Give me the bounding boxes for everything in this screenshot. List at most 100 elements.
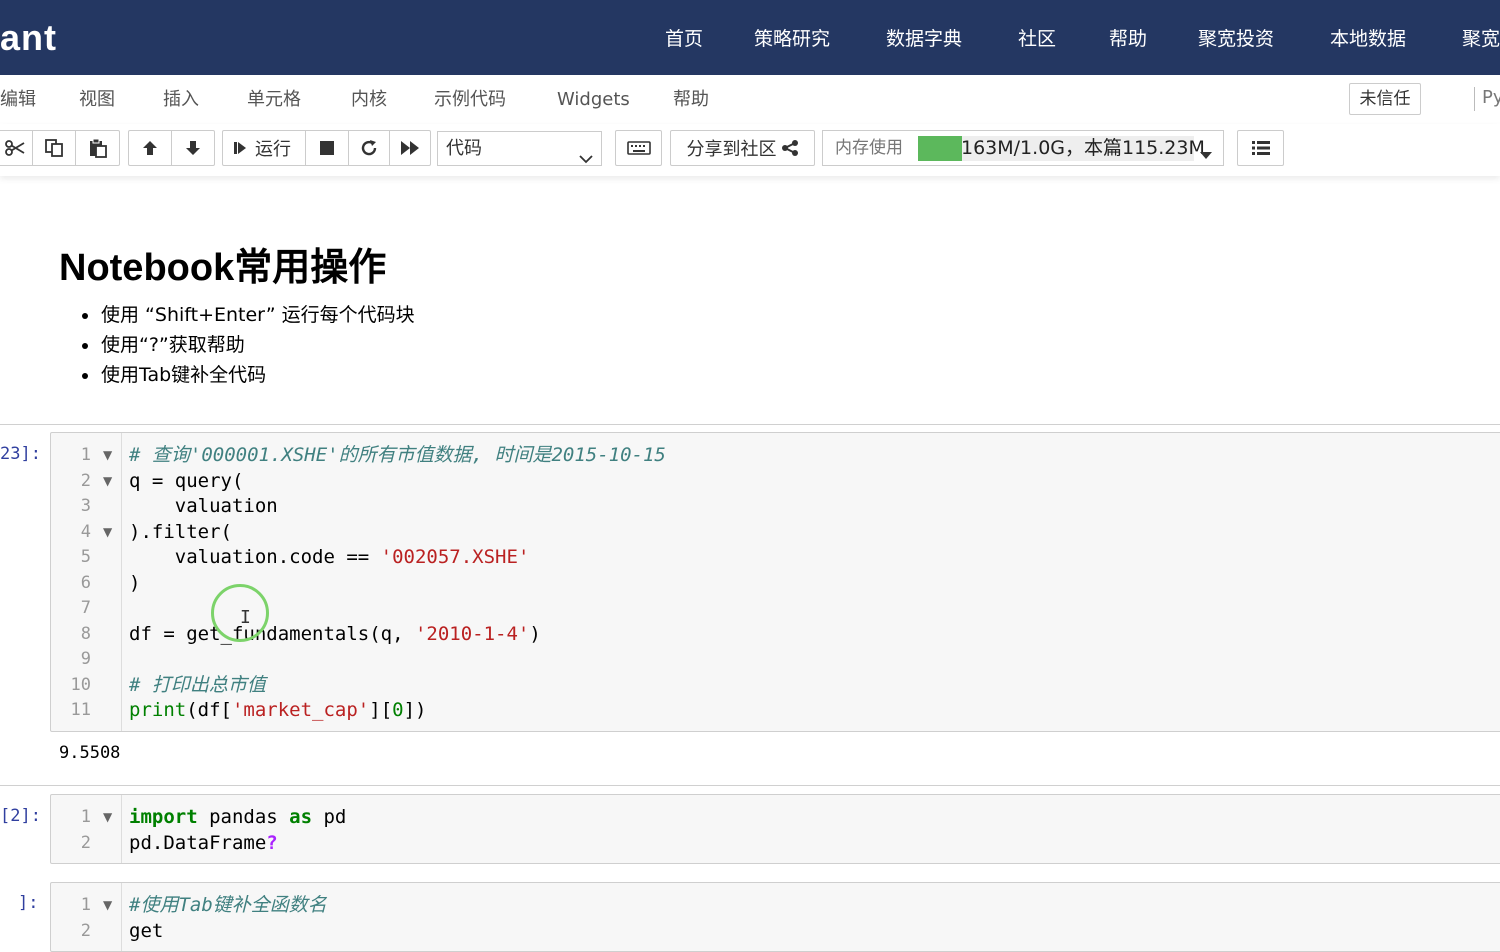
code-token: pd (312, 806, 347, 828)
copy-icon (44, 138, 64, 158)
number-token: 0 (392, 699, 404, 721)
move-down-button[interactable] (171, 130, 215, 166)
code-cell[interactable]: 1 ▼ # 查询'000001.XSHE'的所有市值数据, 时间是2015-10… (50, 432, 1500, 732)
nav-more[interactable]: 聚宽 (1462, 24, 1500, 54)
run-label: 运行 (255, 139, 291, 160)
menu-cell[interactable]: 单元格 (247, 87, 301, 113)
fold-arrow-icon[interactable]: ▼ (103, 443, 112, 468)
nav-help[interactable]: 帮助 (1109, 24, 1147, 54)
copy-button[interactable] (32, 130, 76, 166)
code-line[interactable]: ) (129, 571, 140, 596)
restart-run-all-button[interactable] (389, 130, 431, 166)
move-up-button[interactable] (128, 130, 172, 166)
interrupt-button[interactable] (305, 130, 349, 166)
paste-icon (88, 138, 108, 158)
line-number: 10 (70, 674, 91, 695)
nav-local-data[interactable]: 本地数据 (1330, 24, 1406, 54)
cell-divider (0, 785, 1500, 786)
menu-bar (0, 75, 1500, 125)
cell-type-select[interactable]: 代码 (437, 131, 602, 166)
top-nav: ant 首页 策略研究 数据字典 社区 帮助 聚宽投资 本地数据 聚宽 (0, 0, 1500, 75)
command-palette-button[interactable] (615, 130, 662, 166)
line-number: 1 (80, 445, 91, 465)
menu-kernel[interactable]: 内核 (351, 87, 387, 113)
builtin-token: print (129, 699, 187, 721)
code-line[interactable]: #使用Tab键补全函数名 (129, 893, 327, 918)
line-number: 9 (80, 649, 91, 669)
kernel-name[interactable]: Py (1482, 85, 1500, 111)
menu-help[interactable]: 帮助 (673, 87, 709, 113)
list-item: 使用Tab键补全代码 (79, 360, 415, 390)
nav-strategy-research[interactable]: 策略研究 (754, 24, 830, 54)
code-token: pandas (197, 806, 290, 828)
chevron-down-icon (579, 142, 593, 175)
code-cell[interactable]: 1 ▼ import pandas as pd 2 pd.DataFrame? (50, 794, 1500, 864)
fold-arrow-icon[interactable]: ▼ (103, 469, 112, 494)
run-button[interactable]: 运行 (222, 130, 306, 166)
fast-forward-icon (400, 140, 420, 156)
line-number: 8 (80, 623, 91, 644)
code-line[interactable]: # 查询'000001.XSHE'的所有市值数据, 时间是2015-10-15 (129, 443, 666, 468)
memory-label: 内存使用 (835, 138, 903, 158)
line-number: 1 (80, 807, 91, 827)
code-line[interactable]: q = query( (129, 469, 243, 494)
nav-joinquant-invest[interactable]: 聚宽投资 (1198, 24, 1274, 54)
code-line[interactable]: get (129, 919, 163, 944)
list-item: 使用“?”获取帮助 (79, 330, 415, 360)
menu-example-code[interactable]: 示例代码 (434, 87, 506, 113)
nav-data-dictionary[interactable]: 数据字典 (886, 24, 962, 54)
string-token: '002057.XSHE' (380, 546, 530, 568)
fold-arrow-icon[interactable]: ▼ (103, 520, 112, 545)
refresh-icon (360, 139, 378, 157)
paste-button[interactable] (75, 130, 120, 166)
memory-usage[interactable]: 内存使用 163M/1.0G，本篇115.23M (822, 130, 1224, 166)
code-line[interactable]: ).filter( (129, 520, 232, 545)
code-token: ][ (369, 699, 393, 721)
line-number: 6 (80, 572, 91, 593)
restart-kernel-button[interactable] (348, 130, 390, 166)
line-number: 2 (80, 832, 91, 853)
code-line[interactable]: import pandas as pd (129, 805, 346, 830)
menu-insert[interactable]: 插入 (163, 87, 199, 113)
code-line[interactable]: valuation.code == '002057.XSHE' (129, 545, 530, 570)
share-to-community-button[interactable]: 分享到社区 (670, 130, 815, 166)
code-token: ]) (403, 699, 427, 721)
help-operator-token: ? (266, 831, 278, 854)
arrow-up-icon (141, 139, 159, 157)
text-cursor-icon: I (240, 607, 251, 628)
fold-arrow-icon[interactable]: ▼ (103, 805, 112, 830)
tips-list: 使用 “Shift+Enter” 运行每个代码块 使用“?”获取帮助 使用Tab… (79, 300, 415, 390)
kernel-divider (1474, 87, 1475, 111)
line-number: 1 (80, 895, 91, 915)
cell-prompt: [2]: (0, 806, 41, 826)
menu-edit[interactable]: 编辑 (0, 87, 36, 113)
cut-button[interactable] (0, 130, 33, 166)
memory-progress-bar: 163M/1.0G，本篇115.23M (918, 136, 1205, 161)
string-token: 'market_cap' (231, 699, 370, 721)
code-token: df = get_fundamentals(q, (129, 622, 415, 645)
list-icon (1251, 140, 1271, 156)
menu-view[interactable]: 视图 (79, 87, 115, 113)
trust-indicator[interactable]: 未信任 (1349, 83, 1421, 115)
brand-logo[interactable]: ant (0, 14, 57, 62)
code-line[interactable]: # 打印出总市值 (129, 673, 266, 698)
nav-community[interactable]: 社区 (1018, 24, 1056, 54)
nav-home[interactable]: 首页 (665, 24, 703, 54)
memory-value: 163M/1.0G，本篇115.23M (961, 137, 1205, 159)
table-of-contents-button[interactable] (1237, 130, 1284, 166)
code-token: ) (529, 622, 541, 645)
code-cell[interactable]: 1 ▼ #使用Tab键补全函数名 2 get (50, 882, 1500, 952)
notebook-title: Notebook常用操作 (59, 247, 387, 289)
code-line[interactable]: df = get_fundamentals(q, '2010-1-4') (129, 622, 541, 647)
code-line[interactable]: pd.DataFrame? (129, 831, 278, 856)
line-number: 4 (80, 521, 91, 542)
caret-down-icon[interactable] (1200, 145, 1212, 165)
memory-progress-fill (918, 136, 963, 161)
share-label: 分享到社区 (686, 139, 777, 160)
menu-widgets[interactable]: Widgets (557, 87, 630, 113)
code-token: valuation.code == (129, 546, 381, 568)
code-line[interactable]: valuation (129, 494, 278, 519)
cell-divider (0, 424, 1500, 425)
fold-arrow-icon[interactable]: ▼ (103, 893, 112, 918)
code-line[interactable]: print(df['market_cap'][0]) (129, 698, 426, 723)
